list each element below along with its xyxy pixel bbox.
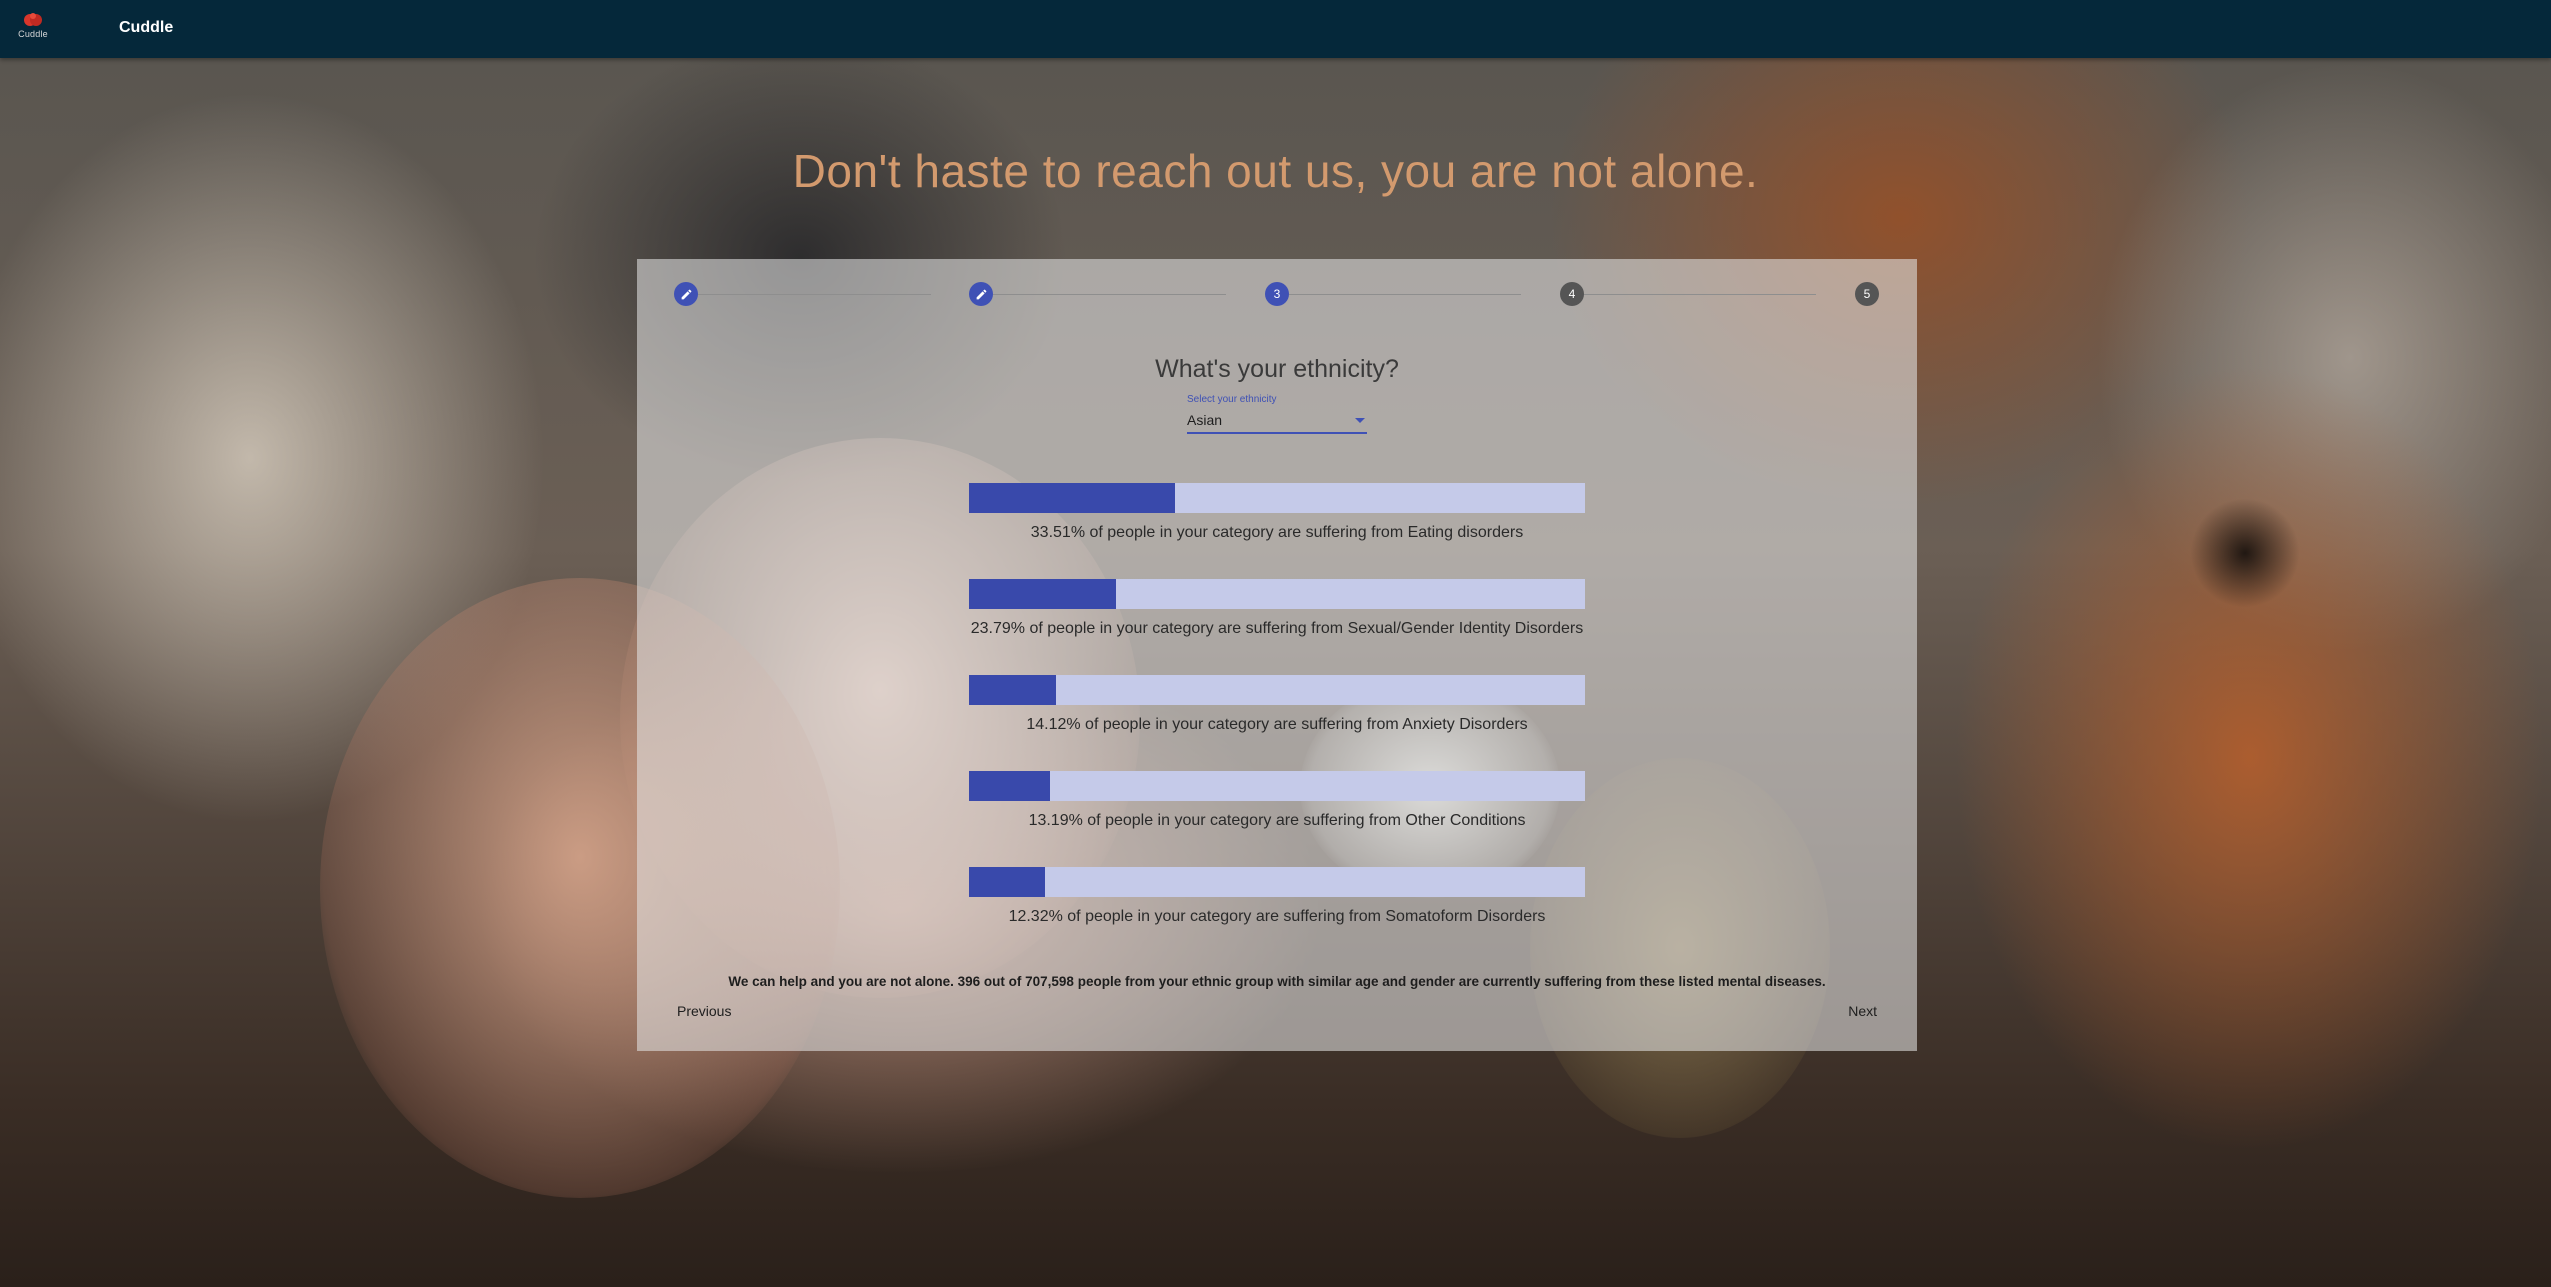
progress-bar-fill (969, 867, 1045, 897)
step-number: 5 (1863, 287, 1871, 301)
progress-bar (969, 675, 1585, 705)
app-title[interactable]: Cuddle (119, 19, 173, 37)
page-headline: Don't haste to reach out us, you are not… (792, 144, 1759, 197)
ethnicity-step-card: 3 4 5 What's your ethnicity? Select your… (637, 259, 1917, 1051)
step-5[interactable]: 5 (1855, 282, 1879, 306)
progress-bar (969, 579, 1585, 609)
step-connector (980, 294, 1226, 295)
select-underline (1187, 432, 1367, 434)
statistic-item: 12.32% of people in your category are su… (637, 867, 1917, 963)
logo-text: Cuddle (18, 29, 48, 39)
step-4[interactable]: 4 (1560, 282, 1584, 306)
next-button[interactable]: Next (1844, 999, 1881, 1023)
progress-bar-fill (969, 771, 1051, 801)
statistic-text: 33.51% of people in your category are su… (1030, 524, 1524, 541)
step-connector (1570, 294, 1816, 295)
statistic-item: 13.19% of people in your category are su… (637, 771, 1917, 867)
statistic-item: 23.79% of people in your category are su… (637, 579, 1917, 675)
step-3[interactable]: 3 (1265, 282, 1289, 306)
step-number: 3 (1273, 287, 1281, 301)
stepper: 3 4 5 (637, 259, 1917, 329)
progress-bar-fill (969, 675, 1056, 705)
step-connector (685, 294, 931, 295)
ethnicity-question: What's your ethnicity? (1155, 355, 1399, 383)
ethnicity-select-value: Asian (1187, 412, 1223, 428)
edit-icon (681, 289, 691, 299)
step-number: 4 (1568, 287, 1576, 301)
statistic-text: 12.32% of people in your category are su… (1008, 908, 1546, 925)
statistic-text: 14.12% of people in your category are su… (1026, 716, 1528, 733)
statistics-list: 33.51% of people in your category are su… (637, 483, 1917, 963)
step-1[interactable] (674, 282, 698, 306)
statistic-text: 13.19% of people in your category are su… (1028, 812, 1526, 829)
ethnicity-select-label: Select your ethnicity (1187, 394, 1277, 405)
cuddle-logo-icon (24, 13, 42, 26)
step-connector (1275, 294, 1521, 295)
progress-bar (969, 483, 1585, 513)
app-bar: Cuddle Cuddle (0, 0, 2551, 58)
statistic-item: 14.12% of people in your category are su… (637, 675, 1917, 771)
progress-bar-fill (969, 483, 1176, 513)
ethnicity-select[interactable]: Select your ethnicity Asian (1187, 392, 1367, 436)
edit-icon (976, 289, 986, 299)
progress-bar (969, 771, 1585, 801)
previous-button[interactable]: Previous (673, 999, 735, 1023)
dropdown-arrow-icon (1355, 418, 1365, 423)
summary-message: We can help and you are not alone. 396 o… (728, 974, 1826, 989)
statistic-item: 33.51% of people in your category are su… (637, 483, 1917, 579)
statistic-text: 23.79% of people in your category are su… (970, 620, 1584, 637)
progress-bar-fill (969, 579, 1116, 609)
app-logo[interactable]: Cuddle (12, 12, 54, 46)
progress-bar (969, 867, 1585, 897)
step-2[interactable] (969, 282, 993, 306)
